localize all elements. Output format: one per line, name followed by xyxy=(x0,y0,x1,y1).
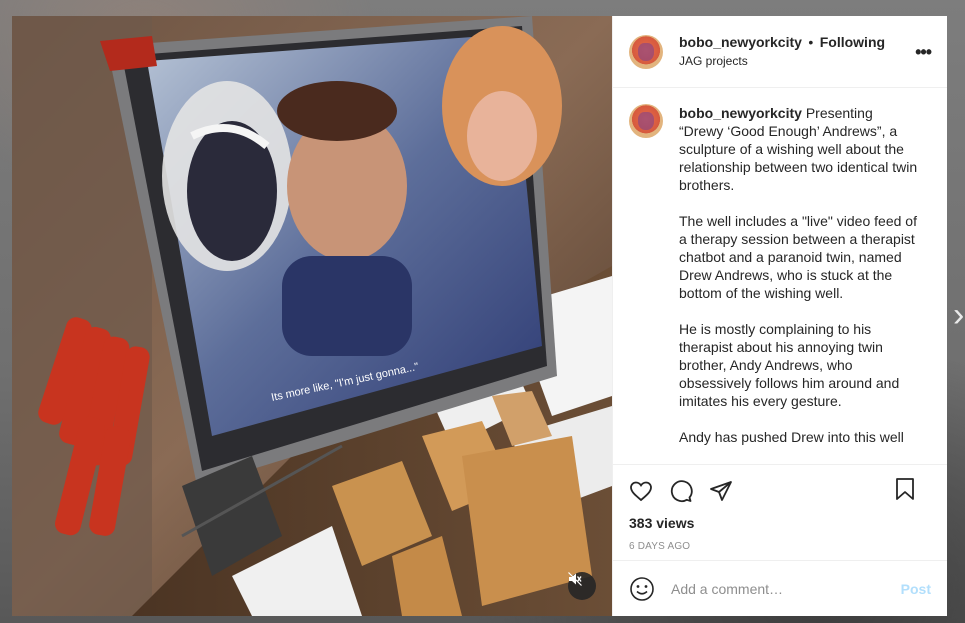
post-modal: Its more like, "I'm just gonna..." bobo_… xyxy=(12,16,947,616)
paper-plane-icon[interactable] xyxy=(709,479,733,503)
comment-input[interactable] xyxy=(671,580,901,597)
header-text: bobo_newyorkcity • Following JAG project… xyxy=(679,33,885,70)
smiley-icon[interactable] xyxy=(629,576,655,602)
comment-bar: Post xyxy=(613,560,947,616)
separator-dot: • xyxy=(808,34,814,50)
views-count[interactable]: 383 views xyxy=(629,515,931,531)
bookmark-icon[interactable] xyxy=(893,477,917,501)
caption-avatar[interactable] xyxy=(629,104,663,138)
caption-row: bobo_newyorkcity Presenting “Drewy ‘Good… xyxy=(629,104,931,446)
caption-body: Presenting “Drewy ‘Good Enough’ Andrews”… xyxy=(679,105,918,445)
following-button[interactable]: Following xyxy=(820,34,885,50)
caption-text: bobo_newyorkcity Presenting “Drewy ‘Good… xyxy=(679,104,919,446)
caption-scroll-area[interactable]: bobo_newyorkcity Presenting “Drewy ‘Good… xyxy=(613,88,947,464)
location-link[interactable]: JAG projects xyxy=(679,52,885,70)
post-actions: 383 views 6 DAYS AGO xyxy=(613,464,947,560)
action-icons-row xyxy=(629,473,931,509)
header-username-link[interactable]: bobo_newyorkcity xyxy=(679,34,802,50)
chevron-right-icon[interactable]: › xyxy=(953,298,965,332)
post-video[interactable]: Its more like, "I'm just gonna..." xyxy=(12,16,612,616)
post-date[interactable]: 6 DAYS AGO xyxy=(629,541,931,552)
comment-icon[interactable] xyxy=(669,479,693,503)
video-frame-image: Its more like, "I'm just gonna..." xyxy=(12,16,612,616)
post-header: bobo_newyorkcity • Following JAG project… xyxy=(613,16,947,88)
post-comment-button[interactable]: Post xyxy=(901,581,931,597)
post-side-panel: bobo_newyorkcity • Following JAG project… xyxy=(612,16,947,616)
more-options-icon[interactable]: ••• xyxy=(915,42,932,63)
avatar[interactable] xyxy=(629,34,663,69)
speaker-muted-icon xyxy=(568,572,582,586)
caption-username-link[interactable]: bobo_newyorkcity xyxy=(679,105,802,121)
mute-toggle-button[interactable] xyxy=(568,572,596,600)
heart-icon[interactable] xyxy=(629,479,653,503)
